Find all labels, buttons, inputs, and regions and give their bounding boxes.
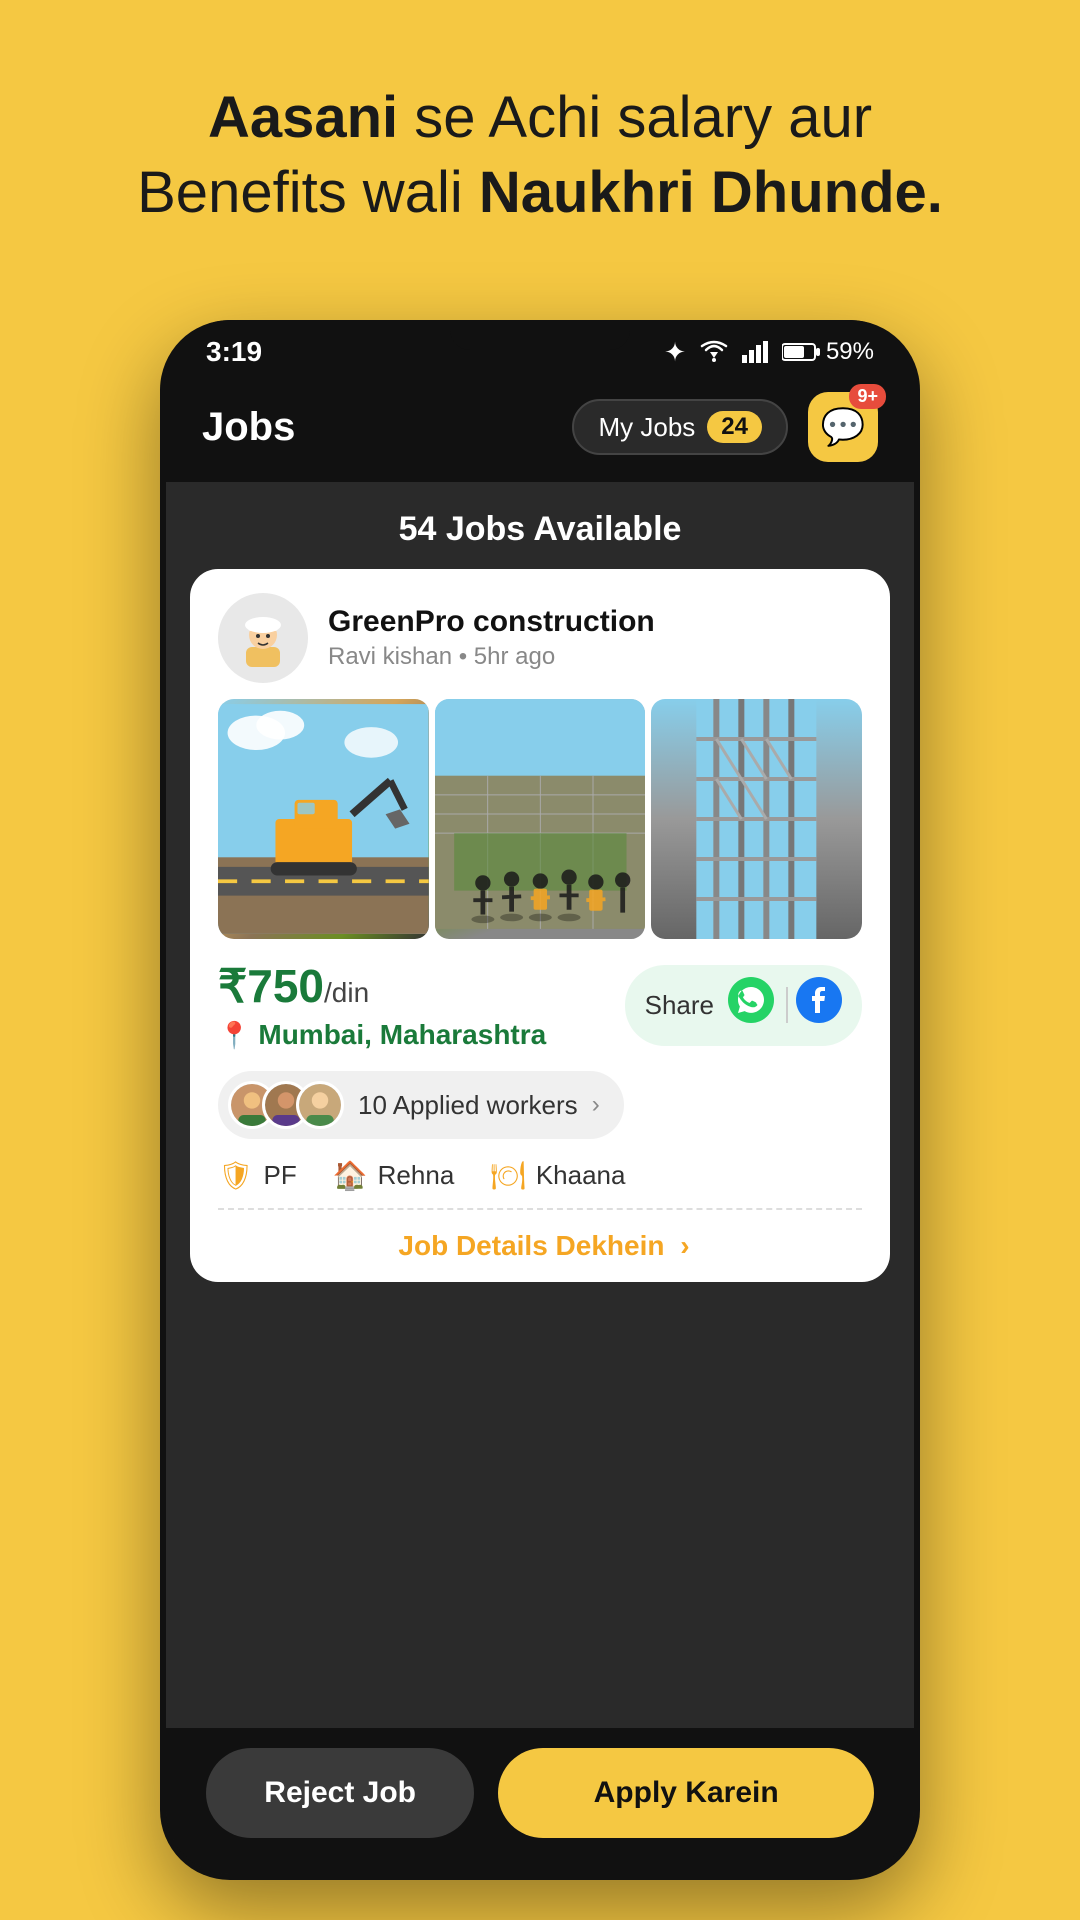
benefit-pf-label: PF [264, 1160, 297, 1191]
company-avatar [218, 593, 308, 683]
whatsapp-icon [728, 977, 774, 1023]
applied-count-text: 10 Applied workers [358, 1090, 578, 1121]
benefit-rehna: 🏠 Rehna [333, 1159, 455, 1192]
hero-bold-2: Naukhri Dhunde. [479, 160, 943, 225]
battery-shape [782, 342, 820, 362]
pf-icon: 🛡 [218, 1159, 254, 1192]
aerial-scene [435, 699, 646, 929]
chat-button[interactable]: 💬 9+ [808, 392, 878, 462]
share-buttons[interactable]: Share [625, 965, 862, 1046]
hero-section: Aasani se Achi salary aur Benefits wali … [0, 0, 1080, 271]
reject-job-button[interactable]: Reject Job [206, 1748, 474, 1838]
battery-icon: 59% [782, 338, 874, 366]
applied-arrow-icon: › [592, 1091, 600, 1119]
my-jobs-label: My Jobs [598, 412, 695, 443]
salary-display: ₹750/din [218, 959, 546, 1013]
phone-notch [450, 320, 630, 350]
job-image-3 [651, 699, 862, 939]
whatsapp-share-icon[interactable] [728, 977, 774, 1034]
salary-share-row: ₹750/din 📍 Mumbai, Maharashtra Share [190, 939, 890, 1051]
location-text: Mumbai, Maharashtra [258, 1019, 546, 1051]
jobs-available-count: 54 Jobs Available [166, 482, 914, 569]
rehna-icon: 🏠 [333, 1159, 368, 1192]
job-image-2 [435, 699, 646, 939]
worker-avatar-3 [296, 1081, 344, 1129]
share-label: Share [645, 990, 714, 1021]
bluetooth-icon: ✦ [664, 337, 686, 368]
bottom-actions: Reject Job Apply Karein [166, 1728, 914, 1874]
salary-info: ₹750/din 📍 Mumbai, Maharashtra [218, 959, 546, 1051]
header-bar: Jobs My Jobs 24 💬 9+ [166, 376, 914, 482]
applied-workers-row: 10 Applied workers › [218, 1071, 862, 1139]
status-time: 3:19 [206, 336, 262, 368]
status-icons: ✦ [664, 337, 874, 368]
worker-avatars [228, 1081, 344, 1129]
job-image-1 [218, 699, 429, 939]
phone-wrapper: 3:19 ✦ [160, 320, 920, 1880]
header-right: My Jobs 24 💬 9+ [572, 392, 878, 462]
rebar-scene [651, 699, 862, 939]
page-title: Jobs [202, 405, 295, 450]
phone-shell: 3:19 ✦ [160, 320, 920, 1880]
salary-value: ₹750 [218, 960, 324, 1012]
avatar-icon [228, 603, 298, 673]
phone-screen: 3:19 ✦ [166, 320, 914, 1874]
main-content: 54 Jobs Available [166, 482, 914, 1728]
facebook-icon [796, 977, 842, 1023]
signal-icon [742, 341, 770, 363]
company-name: GreenPro construction [328, 605, 655, 639]
benefit-khaana: 🍽 Khaana [490, 1159, 625, 1192]
my-jobs-count-badge: 24 [707, 411, 762, 443]
battery-percent: 59% [826, 338, 874, 366]
company-meta: Ravi kishan • 5hr ago [328, 643, 655, 671]
company-info: GreenPro construction Ravi kishan • 5hr … [328, 605, 655, 671]
job-details-text: Job Details Dekhein [398, 1230, 664, 1261]
benefits-row: 🛡 PF 🏠 Rehna 🍽 Khaana [190, 1139, 890, 1208]
wifi-icon [698, 340, 730, 364]
benefit-khaana-label: Khaana [536, 1160, 626, 1191]
salary-unit: /din [324, 977, 369, 1008]
job-card-header: GreenPro construction Ravi kishan • 5hr … [190, 569, 890, 699]
benefit-pf: 🛡 PF [218, 1159, 297, 1192]
chat-icon: 💬 [821, 406, 866, 448]
job-details-link[interactable]: Job Details Dekhein › [190, 1210, 890, 1282]
khaana-icon: 🍽 [490, 1159, 526, 1192]
my-jobs-button[interactable]: My Jobs 24 [572, 399, 788, 455]
location-row: 📍 Mumbai, Maharashtra [218, 1019, 546, 1051]
job-details-arrow-icon: › [680, 1230, 689, 1261]
hero-bold-1: Aasani [208, 85, 398, 150]
location-pin-icon: 📍 [218, 1020, 250, 1051]
chat-notification-badge: 9+ [849, 384, 886, 409]
benefit-rehna-label: Rehna [378, 1160, 455, 1191]
job-card: GreenPro construction Ravi kishan • 5hr … [190, 569, 890, 1282]
apply-job-button[interactable]: Apply Karein [498, 1748, 874, 1838]
excavator-scene [218, 699, 429, 939]
facebook-share-icon[interactable] [796, 977, 842, 1034]
job-images [218, 699, 862, 939]
hero-regular-2: Benefits wali [137, 160, 479, 225]
salary-amount: ₹750/din [218, 960, 369, 1012]
share-divider [786, 987, 788, 1023]
hero-regular-1: se Achi salary aur [414, 85, 872, 150]
applied-workers-button[interactable]: 10 Applied workers › [218, 1071, 624, 1139]
